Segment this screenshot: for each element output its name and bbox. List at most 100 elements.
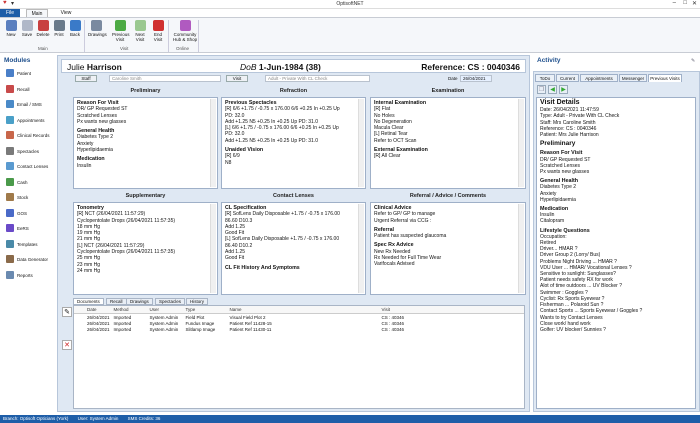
module-appointments[interactable]: Appointments bbox=[3, 115, 55, 127]
panel-line: Px wants new glasses bbox=[77, 118, 127, 125]
gos-icon bbox=[6, 208, 14, 217]
tab-view[interactable]: View bbox=[56, 9, 76, 17]
module-contact-lenses[interactable]: Contact Lenses bbox=[3, 161, 55, 173]
module-label: Contact Lenses bbox=[17, 164, 49, 169]
tab-recall[interactable]: Recall bbox=[106, 298, 127, 305]
module-spectacles[interactable]: Spectacles bbox=[3, 146, 55, 158]
column-header bbox=[74, 306, 85, 314]
copy-icon[interactable]: ❐ bbox=[537, 85, 546, 94]
previous-visit-details: Visit Details Date: 26/04/2021 11:47:59 … bbox=[536, 97, 696, 409]
module-data-generator[interactable]: Data Generator bbox=[3, 254, 55, 266]
module-templates[interactable]: Templates bbox=[3, 239, 55, 251]
panel-line: Varifocals Advised bbox=[374, 261, 415, 268]
module-patient[interactable]: Patient bbox=[3, 68, 55, 80]
panel-line: Patient has suspected glaucoma bbox=[374, 233, 447, 240]
new-button[interactable]: New bbox=[3, 19, 19, 37]
module-eers[interactable]: EeRS bbox=[3, 223, 55, 235]
group-main-label: Main bbox=[38, 46, 48, 51]
delete-document-icon[interactable]: ✕ bbox=[62, 340, 72, 350]
new-icon bbox=[5, 20, 17, 31]
print-button[interactable]: Print bbox=[51, 19, 67, 37]
status-branch: Branch: Optisoft Opticians (York) bbox=[3, 416, 69, 421]
panel-line: 24 mm Hg bbox=[77, 267, 101, 274]
activity-header: Activity bbox=[537, 57, 561, 64]
module-reports[interactable]: Reports bbox=[3, 270, 55, 282]
panel-refraction[interactable]: Previous Spectacles [R] 6/6 +1.75 / -0.75… bbox=[221, 97, 366, 189]
close-window-button[interactable]: ✕ bbox=[692, 0, 697, 7]
delete-icon bbox=[37, 20, 49, 31]
panel-scrollbar[interactable] bbox=[210, 99, 216, 187]
activity-line: Px wants new glasses bbox=[540, 169, 590, 176]
end-visit-button[interactable]: End Visit bbox=[150, 19, 166, 42]
module-label: Data Generator bbox=[17, 257, 49, 262]
visit-type-field[interactable]: Adult - Private With CL Check bbox=[265, 75, 370, 82]
module-gos[interactable]: GOS bbox=[3, 208, 55, 220]
module-recall[interactable]: Recall bbox=[3, 84, 55, 96]
group-online-label: Online bbox=[176, 46, 190, 51]
module-label: Patient bbox=[17, 71, 32, 76]
minimize-button[interactable]: – bbox=[673, 0, 676, 6]
table-cell: Imported bbox=[113, 327, 132, 333]
activity-line: Hyperlipidaemia bbox=[540, 196, 576, 203]
panel-referral[interactable]: Clinical Advice Refer to GP/ GP to manage… bbox=[370, 202, 526, 295]
patient-name: Julie Harrison bbox=[67, 62, 122, 72]
activity-tab-previous-visits[interactable]: Previous Visits bbox=[648, 74, 682, 82]
maximize-button[interactable]: □ bbox=[683, 0, 687, 6]
section-examination: Examination bbox=[431, 88, 465, 94]
visit-button[interactable]: Visit bbox=[226, 75, 248, 82]
staff-field[interactable]: Caroline Smith bbox=[109, 75, 221, 82]
community-hub-button[interactable]: Community Hub & Shop bbox=[172, 19, 198, 42]
drawings-button[interactable]: Drawings bbox=[88, 19, 107, 37]
module-label: Reports bbox=[17, 272, 33, 278]
delete-button[interactable]: Delete bbox=[35, 19, 51, 37]
next-arrow-icon[interactable]: ▶ bbox=[559, 85, 568, 94]
drawings-icon bbox=[90, 20, 102, 31]
tab-history[interactable]: History bbox=[186, 298, 209, 305]
panel-contact-lenses[interactable]: CL Specification [R] SofLens Daily Dispos… bbox=[221, 202, 366, 295]
module-cash[interactable]: Cash bbox=[3, 177, 55, 189]
activity-tab-appointments[interactable]: Appointments bbox=[580, 74, 618, 82]
panel-scrollbar[interactable] bbox=[210, 204, 216, 293]
panel-supplementary[interactable]: Tonometry [R] NCT (26/04/2021 11:57:29) Cy… bbox=[73, 202, 218, 295]
documents-table: Date Method User Type Name Visit 26/04/2021 Im… bbox=[73, 305, 525, 409]
module-stock[interactable]: Stock bbox=[3, 192, 55, 204]
panel-line: [R] 6/6 +1.75 / -0.75 x 176.00 6/6 +0.25… bbox=[225, 106, 340, 113]
staff-button[interactable]: Staff bbox=[75, 75, 97, 82]
table-cell: 26/04/2021 bbox=[87, 327, 110, 333]
panel-preliminary[interactable]: Reason For Visit DR/ GP Requested ST Scrat… bbox=[73, 97, 218, 189]
activity-tab-messenger[interactable]: Messenger bbox=[619, 74, 647, 82]
section-refraction: Refraction bbox=[279, 88, 308, 94]
tab-spectacles[interactable]: Spectacles bbox=[155, 298, 186, 305]
community-hub-icon bbox=[179, 20, 191, 31]
save-button[interactable]: Save bbox=[19, 19, 35, 37]
tab-main[interactable]: Main bbox=[26, 9, 48, 17]
panel-examination[interactable]: Internal Examination [R] Flat No Holes No D… bbox=[370, 97, 526, 189]
section-contact-lenses: Contact Lenses bbox=[273, 193, 314, 199]
panel-scrollbar[interactable] bbox=[518, 99, 524, 187]
activity-tab-todo[interactable]: ToDo bbox=[535, 74, 555, 82]
previous-visit-button[interactable]: Previous Visit bbox=[112, 19, 130, 42]
tab-drawings[interactable]: Drawings bbox=[126, 298, 153, 305]
activity-tab-current[interactable]: Current bbox=[556, 74, 579, 82]
module-clinical-records[interactable]: Clinical Records bbox=[3, 130, 55, 142]
pin-icon[interactable]: ✎ bbox=[691, 58, 695, 64]
next-visit-button[interactable]: Next Visit bbox=[132, 19, 148, 42]
panel-scrollbar[interactable] bbox=[358, 99, 364, 187]
clinical-record-area: Julie Harrison DoB 1-Jun-1984 (38) Refer… bbox=[57, 55, 530, 412]
tab-file[interactable]: File bbox=[0, 9, 20, 17]
date-field[interactable]: 26/04/2021 bbox=[460, 75, 492, 82]
table-row[interactable]: 26/04/2021 Imported System Admin Slitlamp I… bbox=[74, 327, 524, 334]
module-email-sms[interactable]: Email / SMS bbox=[3, 99, 55, 111]
module-label: Email / SMS bbox=[17, 102, 42, 107]
table-cell: System Admin bbox=[149, 327, 179, 333]
tab-documents[interactable]: Documents bbox=[73, 298, 104, 305]
add-document-icon[interactable]: ✎ bbox=[62, 307, 72, 317]
back-button[interactable]: Back bbox=[67, 19, 83, 37]
patient-reference: Reference: CS : 0040346 bbox=[421, 62, 520, 72]
module-label: EeRS bbox=[17, 226, 29, 231]
spectacles-icon bbox=[6, 146, 14, 155]
panel-scrollbar[interactable] bbox=[518, 204, 524, 293]
panel-scrollbar[interactable] bbox=[358, 204, 364, 293]
table-cell: CS : 40346 bbox=[381, 327, 405, 333]
previous-arrow-icon[interactable]: ◀ bbox=[548, 85, 557, 94]
